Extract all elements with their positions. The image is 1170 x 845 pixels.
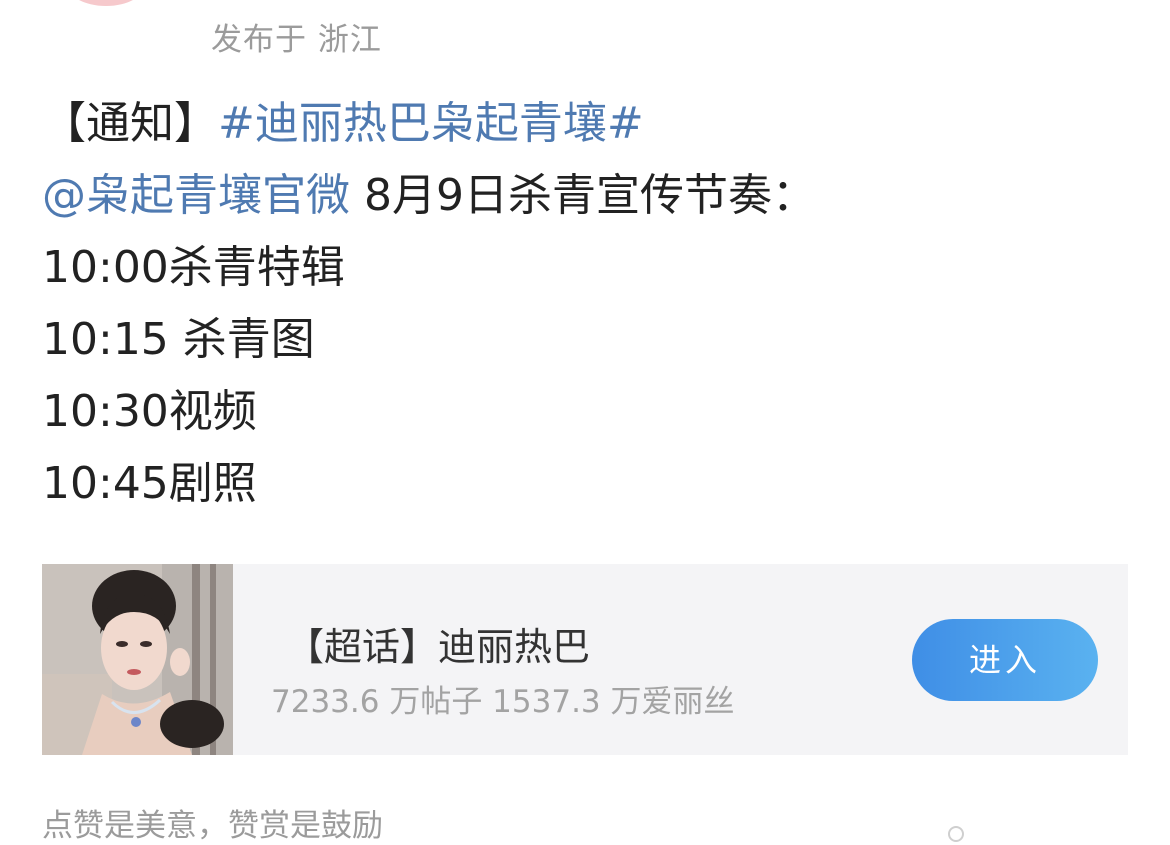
watermark-icon [948,826,964,842]
supertopic-card[interactable]: 【超话】迪丽热巴 7233.6 万帖子 1537.3 万爱丽丝 进入 [42,564,1128,755]
mention-link[interactable]: @枭起青壤官微 [42,170,350,221]
topic-link[interactable]: #迪丽热巴枭起青壤# [218,98,644,149]
reward-note: 点赞是美意，赞赏是鼓励 [42,808,383,844]
avatar[interactable] [66,0,146,6]
supertopic-stats: 7233.6 万帖子 1537.3 万爱丽丝 [271,684,735,720]
supertopic-cover-image [42,564,233,755]
enter-button[interactable]: 进入 [912,619,1098,701]
schedule-item: 10:15 杀青图 [42,314,315,365]
supertopic-title: 【超话】迪丽热巴 [286,625,591,669]
post-line-notice: 【通知】#迪丽热巴枭起青壤# [42,88,1142,160]
notice-prefix: 【通知】 [42,98,218,149]
post-location: 发布于 浙江 [211,22,382,58]
schedule-item: 10:00杀青特辑 [42,242,345,293]
intro-text: 8月9日杀青宣传节奏： [350,170,816,221]
schedule-item: 10:45剧照 [42,458,257,509]
post-line-intro: @枭起青壤官微 8月9日杀青宣传节奏： [42,160,1142,232]
schedule-item: 10:30视频 [42,386,257,437]
post-body: 【通知】#迪丽热巴枭起青壤# @枭起青壤官微 8月9日杀青宣传节奏： 10:00… [42,88,1142,520]
